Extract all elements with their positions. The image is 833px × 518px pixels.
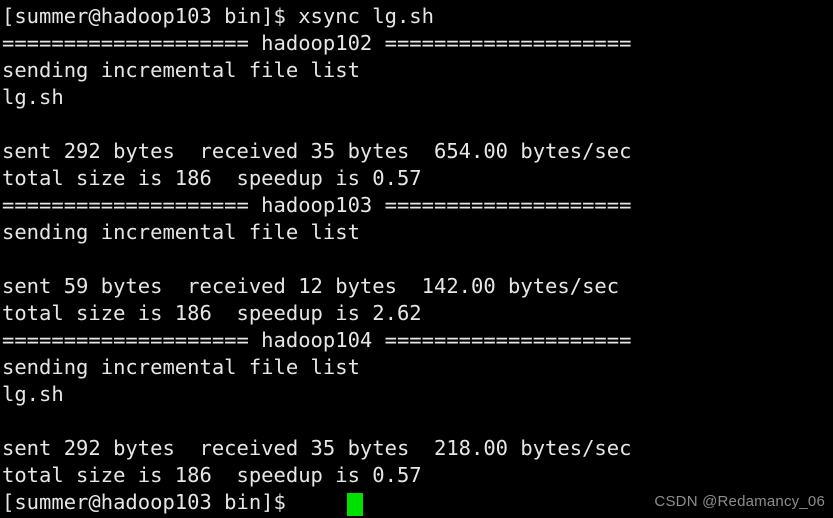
terminal-line: total size is 186 speedup is 0.57	[2, 166, 422, 190]
terminal-cursor[interactable]	[347, 493, 363, 516]
terminal-line: sending incremental file list	[2, 220, 360, 244]
terminal-line: ==================== hadoop104 =========…	[2, 328, 632, 352]
terminal-line: total size is 186 speedup is 0.57	[2, 463, 422, 487]
watermark-label: CSDN @Redamancy_06	[654, 493, 825, 510]
terminal-line: sent 59 bytes received 12 bytes 142.00 b…	[2, 274, 620, 298]
terminal-line: ==================== hadoop102 =========…	[2, 31, 632, 55]
terminal-line: sent 292 bytes received 35 bytes 654.00 …	[2, 139, 632, 163]
terminal-output: [summer@hadoop103 bin]$ xsync lg.sh =====…	[2, 3, 833, 516]
terminal-prompt: [summer@hadoop103 bin]$	[2, 490, 299, 514]
terminal-line: [summer@hadoop103 bin]$ xsync lg.sh	[2, 4, 434, 28]
terminal-window[interactable]: [summer@hadoop103 bin]$ xsync lg.sh =====…	[0, 0, 833, 518]
terminal-line: sending incremental file list	[2, 58, 360, 82]
terminal-line: ==================== hadoop103 =========…	[2, 193, 632, 217]
terminal-line: total size is 186 speedup is 2.62	[2, 301, 422, 325]
terminal-line: sent 292 bytes received 35 bytes 218.00 …	[2, 436, 632, 460]
terminal-line: lg.sh	[2, 85, 64, 109]
terminal-line: sending incremental file list	[2, 355, 360, 379]
terminal-line: lg.sh	[2, 382, 64, 406]
